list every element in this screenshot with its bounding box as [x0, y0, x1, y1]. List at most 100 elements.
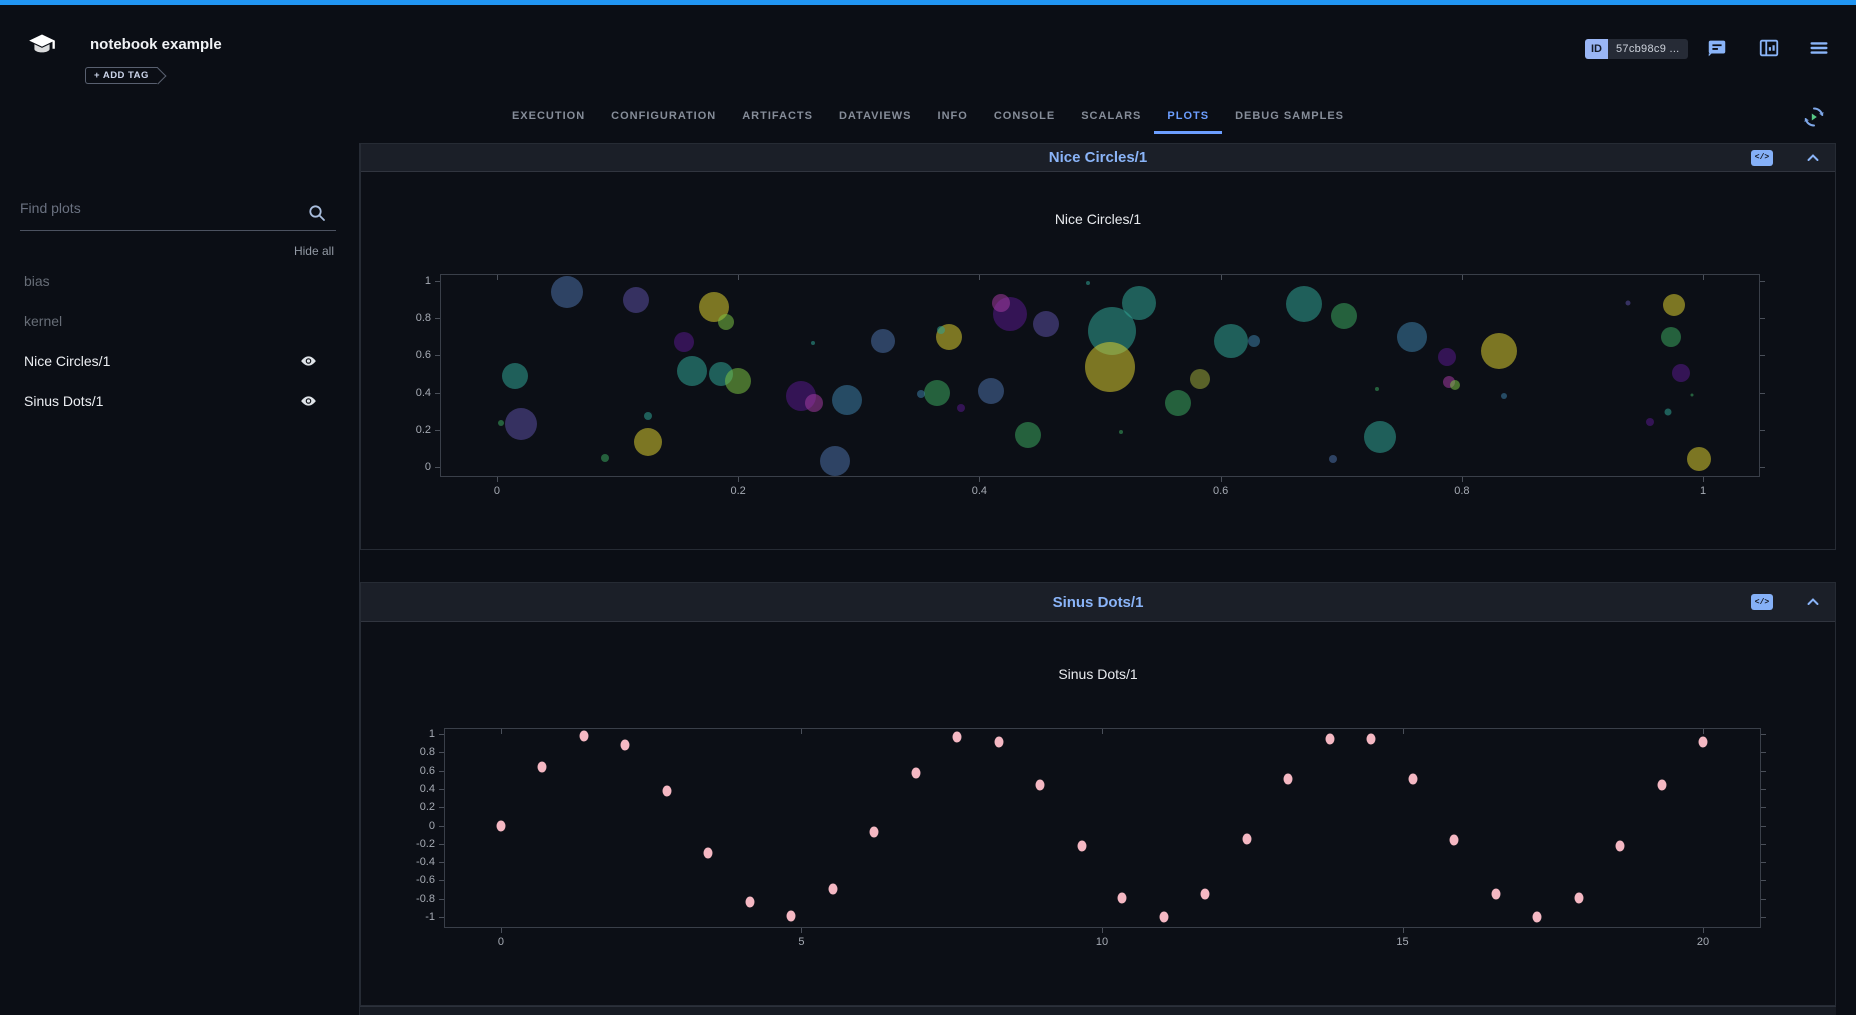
tab-console[interactable]: CONSOLE — [981, 104, 1068, 134]
bubble-marker — [1450, 380, 1460, 390]
y-tick-label: 1 — [429, 728, 435, 740]
dot-marker — [1408, 773, 1417, 784]
y-tick-label: 0.4 — [420, 783, 435, 795]
search-underline — [20, 230, 336, 231]
bubble-marker — [957, 404, 965, 412]
chart-title: Sinus Dots/1 — [361, 666, 1835, 682]
dot-marker — [662, 786, 671, 797]
search-icon[interactable] — [308, 204, 326, 222]
dot-marker — [1077, 841, 1086, 852]
y-tick-mirror — [1760, 467, 1765, 468]
plot-area[interactable]: -1-0.8-0.6-0.4-0.200.20.40.60.8105101520 — [444, 728, 1761, 928]
x-tick-mirror — [1703, 275, 1704, 280]
bubble-marker — [832, 385, 862, 415]
bubble-marker — [1015, 422, 1041, 448]
plot-item-label: Sinus Dots/1 — [24, 393, 103, 409]
plot-list-item-sinus-dots-1[interactable]: Sinus Dots/1 — [0, 381, 359, 421]
tab-plots[interactable]: PLOTS — [1154, 104, 1222, 134]
bubble-marker — [1691, 393, 1694, 396]
refresh-button[interactable] — [1801, 104, 1827, 130]
plot-list-item-nice-circles-1[interactable]: Nice Circles/1 — [0, 341, 359, 381]
tab-scalars[interactable]: SCALARS — [1068, 104, 1154, 134]
x-tick-mirror — [501, 729, 502, 734]
experiment-id-badge[interactable]: ID 57cb98c9 ... — [1585, 39, 1688, 59]
y-tick — [439, 807, 444, 808]
app-window: COMPLETED notebook example + ADD TAG ID … — [0, 0, 1856, 1015]
bubble-marker — [1663, 294, 1685, 316]
x-tick-mirror — [1703, 729, 1704, 734]
bubble-marker — [1646, 418, 1654, 426]
bubble-marker — [917, 390, 925, 398]
hide-all-link[interactable]: Hide all — [294, 244, 334, 258]
comment-icon[interactable] — [1706, 37, 1728, 59]
tab-dataviews[interactable]: DATAVIEWS — [826, 104, 925, 134]
x-tick — [801, 928, 802, 933]
dot-marker — [1242, 834, 1251, 845]
view-code-button[interactable]: </> — [1751, 150, 1773, 166]
bubble-marker — [1286, 286, 1322, 322]
x-tick — [1221, 477, 1222, 482]
y-tick-mirror — [1760, 281, 1765, 282]
panel-body: Sinus Dots/1 -1-0.8-0.6-0.4-0.200.20.40.… — [361, 622, 1835, 1005]
view-code-button[interactable]: </> — [1751, 594, 1773, 610]
visibility-eye-icon[interactable] — [300, 393, 317, 409]
bubble-marker — [502, 363, 528, 389]
search-input[interactable] — [20, 200, 305, 216]
dot-marker — [1491, 888, 1500, 899]
x-tick — [979, 477, 980, 482]
dot-marker — [994, 737, 1003, 748]
next-panel-header-edge — [360, 1006, 1836, 1015]
collapse-chevron-icon[interactable] — [1805, 150, 1821, 166]
y-tick — [439, 771, 444, 772]
y-tick-mirror — [1761, 880, 1766, 881]
bubble-marker — [1397, 322, 1427, 352]
bubble-marker — [498, 420, 504, 426]
panel-title: Nice Circles/1 — [1049, 149, 1147, 166]
dot-marker — [1657, 779, 1666, 790]
x-tick-label: 0.4 — [972, 485, 987, 497]
panel-body: Nice Circles/1 00.20.40.60.8100.20.40.60… — [361, 172, 1835, 549]
plot-list-item-kernel[interactable]: kernel — [0, 301, 359, 341]
y-tick — [435, 393, 440, 394]
plot-list-item-bias[interactable]: bias — [0, 261, 359, 301]
dot-marker — [1118, 893, 1127, 904]
x-tick-mirror — [801, 729, 802, 734]
y-tick-mirror — [1760, 355, 1765, 356]
details-panel-icon[interactable] — [1758, 37, 1780, 59]
bubble-marker — [1033, 311, 1059, 337]
x-tick-label: 5 — [798, 936, 804, 948]
y-tick — [439, 826, 444, 827]
dot-marker — [579, 730, 588, 741]
bubble-marker — [937, 326, 945, 334]
panel-header: Nice Circles/1 </> — [361, 144, 1835, 172]
y-tick-label: 0.8 — [420, 746, 435, 758]
panel-title: Sinus Dots/1 — [1053, 594, 1144, 611]
x-tick — [1403, 928, 1404, 933]
menu-icon[interactable] — [1808, 37, 1830, 59]
tab-info[interactable]: INFO — [925, 104, 981, 134]
y-tick — [439, 844, 444, 845]
tab-debug-samples[interactable]: DEBUG SAMPLES — [1222, 104, 1357, 134]
y-tick-mirror — [1761, 734, 1766, 735]
dot-marker — [1533, 912, 1542, 923]
tab-artifacts[interactable]: ARTIFACTS — [729, 104, 826, 134]
y-tick-label: 0.4 — [416, 387, 431, 399]
bubble-marker — [805, 394, 823, 412]
y-tick-label: 0.2 — [420, 801, 435, 813]
y-tick-mirror — [1760, 318, 1765, 319]
collapse-chevron-icon[interactable] — [1805, 594, 1821, 610]
y-tick — [439, 899, 444, 900]
x-tick-mirror — [1221, 275, 1222, 280]
tab-execution[interactable]: EXECUTION — [499, 104, 598, 134]
bubble-marker — [601, 454, 609, 462]
plot-list: biaskernelNice Circles/1 Sinus Dots/1 — [0, 261, 359, 421]
y-tick — [439, 789, 444, 790]
dot-marker — [1284, 773, 1293, 784]
plot-area[interactable]: 00.20.40.60.8100.20.40.60.81 — [440, 274, 1760, 477]
bubble-marker — [871, 329, 895, 353]
bubble-marker — [1086, 281, 1090, 285]
tab-configuration[interactable]: CONFIGURATION — [598, 104, 729, 134]
y-tick-label: -1 — [425, 911, 435, 923]
visibility-eye-icon[interactable] — [300, 353, 317, 369]
x-tick-label: 0.2 — [730, 485, 745, 497]
